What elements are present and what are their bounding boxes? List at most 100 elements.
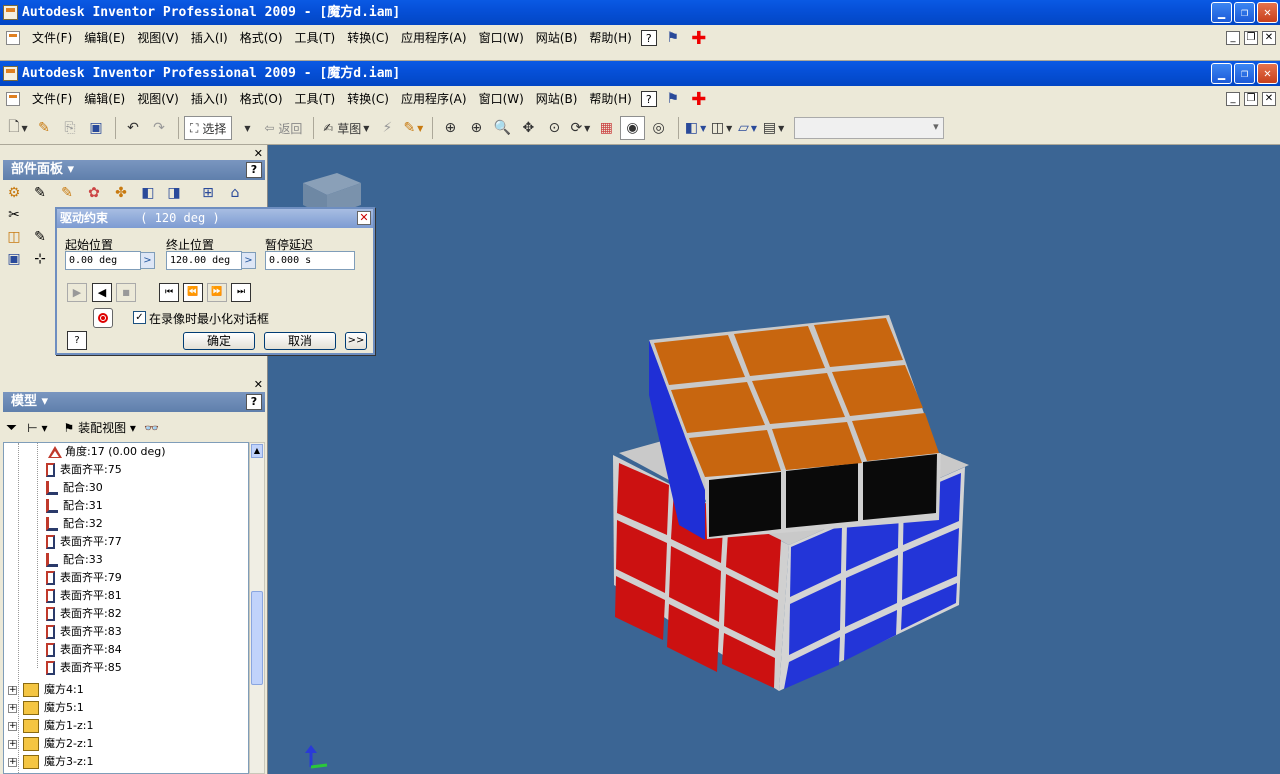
cancel-button[interactable]: 取消 [264, 332, 336, 350]
panel-help-icon[interactable]: ? [246, 162, 262, 178]
outer-menu-item-3[interactable]: 插入(I) [185, 25, 234, 51]
zoom-all-icon[interactable]: ⊕ [438, 116, 462, 140]
outer-menu-item-1[interactable]: 编辑(E) [78, 25, 131, 51]
menu-item-9[interactable]: 网站(B) [530, 86, 584, 112]
ok-button[interactable]: 确定 [183, 332, 255, 350]
menu-item-4[interactable]: 格式(O) [234, 86, 289, 112]
view-select[interactable]: ⚑ 装配视图 ▾ [64, 419, 136, 436]
minimize-on-record-checkbox[interactable]: ✓ [133, 311, 146, 324]
ground-shadow-icon[interactable]: ◎ [647, 116, 671, 140]
more-button[interactable]: >> [345, 332, 367, 350]
stop-button[interactable]: ■ [116, 283, 136, 302]
add-icon[interactable]: ✚ [689, 28, 709, 49]
dialog-title-bar[interactable]: 驱动约束 ( 120 deg ) ✕ [57, 209, 373, 228]
tree-row[interactable]: 表面齐平:83 [46, 623, 122, 641]
tree-row[interactable]: 角度:17 (0.00 deg) [46, 443, 166, 461]
eye-icon[interactable]: ⚑ [663, 28, 683, 48]
tree-row[interactable]: 表面齐平:85 [46, 659, 122, 677]
pause-delay-input[interactable]: 0.000 s [265, 251, 355, 270]
redo-icon[interactable]: ↷ [147, 116, 171, 140]
mdi-close-button[interactable]: ✕ [1262, 92, 1276, 106]
panel-header[interactable]: 部件面板 ▾ ? [3, 160, 265, 180]
zoom-window-icon[interactable]: ⊕ [464, 116, 488, 140]
perspective-icon[interactable]: ◫ ▼ [710, 116, 734, 140]
create-component-icon[interactable]: ✎ [30, 183, 50, 203]
help-icon[interactable]: ? [640, 30, 657, 46]
color-override-select[interactable] [793, 117, 944, 139]
menu-item-1[interactable]: 编辑(E) [78, 86, 131, 112]
move-icon[interactable]: ⊞ [198, 183, 218, 203]
outer-menu-item-4[interactable]: 格式(O) [234, 25, 289, 51]
outer-mdi-minimize-button[interactable]: _ [1226, 31, 1240, 45]
eye-icon[interactable]: ⚑ [663, 89, 683, 109]
outer-menu-item-5[interactable]: 工具(T) [289, 25, 342, 51]
menu-item-6[interactable]: 转换(C) [341, 86, 395, 112]
select-button[interactable]: ⛶ 选择 [184, 116, 233, 140]
scroll-up-icon[interactable]: ▲ [251, 444, 263, 458]
expand-icon[interactable]: + [8, 739, 17, 749]
expand-icon[interactable]: + [8, 757, 17, 767]
tree-row[interactable]: 配合:33 [46, 551, 103, 569]
go-to-start-button[interactable]: ⏮ [159, 283, 179, 302]
outer-menu-item-6[interactable]: 转换(C) [341, 25, 395, 51]
outer-minimize-button[interactable]: ▁ [1211, 2, 1232, 23]
hierarchy-icon[interactable]: ⊢ ▾ [27, 421, 47, 435]
tree-row[interactable]: 表面齐平:77 [46, 533, 122, 551]
outer-mdi-close-button[interactable]: ✕ [1262, 31, 1276, 45]
help-icon[interactable]: ? [640, 91, 657, 107]
close-button[interactable]: ✕ [1257, 63, 1278, 84]
add-icon[interactable]: ✚ [689, 89, 709, 110]
menu-item-8[interactable]: 窗口(W) [473, 86, 530, 112]
outer-close-button[interactable]: ✕ [1257, 2, 1278, 23]
constraint-icon[interactable]: ✿ [84, 183, 104, 203]
outer-mdi-restore-button[interactable]: ❐ [1244, 31, 1258, 45]
step-forward-button[interactable]: ⏩ [207, 283, 227, 302]
end-position-arrow-button[interactable]: > [241, 252, 256, 269]
undo-icon[interactable]: ↶ [121, 116, 145, 140]
play-forward-button[interactable]: ▶ [67, 283, 87, 302]
menu-item-0[interactable]: 文件(F) [26, 86, 78, 112]
mdi-minimize-button[interactable]: _ [1226, 92, 1240, 106]
maximize-button[interactable]: ❐ [1234, 63, 1255, 84]
menu-item-5[interactable]: 工具(T) [289, 86, 342, 112]
model-header[interactable]: 模型 ▾ ? [3, 392, 265, 412]
tools-icon[interactable]: ✂ [4, 205, 24, 225]
menu-item-7[interactable]: 应用程序(A) [395, 86, 473, 112]
model-panel-close-icon[interactable]: ✕ [254, 378, 263, 391]
sketch-button[interactable]: ✍ 草图 ▼ [319, 116, 373, 140]
tree-part-row[interactable]: + 魔方5:1 [8, 699, 84, 717]
mdi-restore-button[interactable]: ❐ [1244, 92, 1258, 106]
select-dropdown[interactable]: ▼ [234, 116, 258, 140]
look-at-icon[interactable]: ▦ [594, 116, 618, 140]
model-help-icon[interactable]: ? [246, 394, 262, 410]
copy-icon[interactable]: ◨ [164, 183, 184, 203]
color-style-icon[interactable]: ▤ ▼ [762, 116, 786, 140]
tree-part-row[interactable]: + 魔方1-z:1 [8, 717, 93, 735]
section-icon[interactable]: ◫ [4, 227, 24, 247]
orbit-icon[interactable]: ⟳ ▼ [568, 116, 592, 140]
minimize-button[interactable]: ▁ [1211, 63, 1232, 84]
open-icon[interactable]: ✎ [32, 116, 56, 140]
expand-icon[interactable]: + [8, 685, 17, 695]
tree-row[interactable]: 表面齐平:82 [46, 605, 122, 623]
outer-menu-item-2[interactable]: 视图(V) [131, 25, 185, 51]
dialog-help-button[interactable]: ? [67, 331, 87, 350]
bom-icon[interactable]: ▣ [4, 249, 24, 269]
tree-row[interactable]: 表面齐平:84 [46, 641, 122, 659]
lighting-icon[interactable]: ✎ ▼ [401, 116, 425, 140]
outer-menu-item-0[interactable]: 文件(F) [26, 25, 78, 51]
outer-menu-item-7[interactable]: 应用程序(A) [395, 25, 473, 51]
scroll-thumb[interactable] [251, 591, 263, 685]
save-icon[interactable]: ▣ [84, 116, 108, 140]
tree-part-row[interactable]: + 魔方4:1 [8, 681, 84, 699]
zoom-selected-icon[interactable]: ⊙ [542, 116, 566, 140]
section-view-icon[interactable]: ▱ ▼ [736, 116, 760, 140]
replace-icon[interactable]: ✤ [111, 183, 131, 203]
rotate-icon[interactable]: ⌂ [225, 183, 245, 203]
tree-row[interactable]: 配合:30 [46, 479, 103, 497]
tree-part-row[interactable]: + 魔方3-z:1 [8, 753, 93, 771]
pattern-icon[interactable]: ✎ [57, 183, 77, 203]
weld-icon[interactable]: ⊹ [30, 249, 50, 269]
tree-row[interactable]: 配合:32 [46, 515, 103, 533]
tree-row[interactable]: 表面齐平:81 [46, 587, 122, 605]
